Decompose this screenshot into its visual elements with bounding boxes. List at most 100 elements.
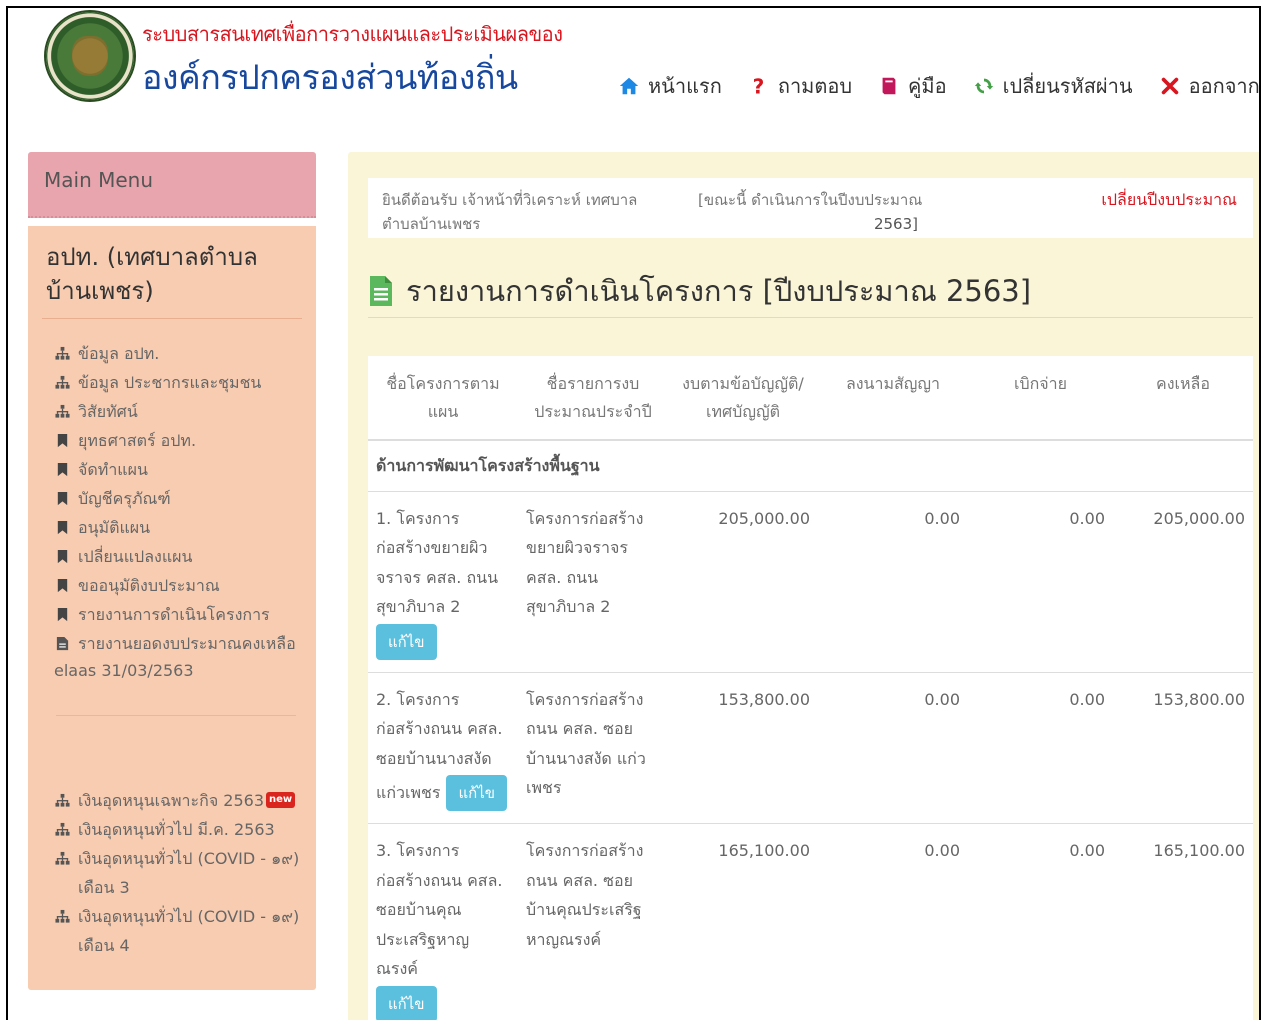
subsidy-item[interactable]: เงินอุดหนุนทั่วไป (COVID - ๑๙) เดือน 4 bbox=[54, 902, 302, 960]
main-menu-heading: Main Menu bbox=[28, 152, 316, 218]
sidebar-note: elaas 31/03/2563 bbox=[54, 661, 194, 680]
sidebar-item-label: รายงานยอดงบประมาณคงเหลือ bbox=[78, 634, 296, 653]
cell-disbursed: 0.00 bbox=[968, 490, 1113, 672]
bookmark-icon bbox=[54, 455, 70, 484]
sidebar-item[interactable]: รายงานยอดงบประมาณคงเหลือ bbox=[54, 629, 302, 658]
plan-project-name: 3. โครงการก่อสร้างถนน คสล. ซอยบ้านคุณประ… bbox=[376, 841, 503, 978]
sidebar-item-label: เปลี่ยนแปลงแผน bbox=[78, 547, 193, 566]
nav-logout[interactable]: ออกจากระบบ bbox=[1159, 70, 1260, 102]
cell-contract: 0.00 bbox=[818, 671, 968, 824]
welcome-bar: ยินดีต้อนรับ เจ้าหน้าที่วิเคราะห์ เทศบาล… bbox=[368, 178, 1253, 238]
top-nav: หน้าแรก ? ถามตอบ คู่มือ เปลี่ยนรหัสผ่าน bbox=[618, 70, 1260, 102]
sidebar-item[interactable]: อนุมัติแผน bbox=[54, 513, 302, 542]
nav-change-password[interactable]: เปลี่ยนรหัสผ่าน bbox=[973, 70, 1133, 102]
nav-manual[interactable]: คู่มือ bbox=[878, 70, 947, 102]
cell-remaining: 153,800.00 bbox=[1113, 671, 1253, 824]
sidebar-item-label: ขออนุมัติงบประมาณ bbox=[78, 576, 220, 595]
nav-home-label: หน้าแรก bbox=[648, 74, 722, 98]
cell-disbursed: 0.00 bbox=[968, 823, 1113, 1020]
close-icon bbox=[1159, 75, 1181, 97]
subsidy-item[interactable]: เงินอุดหนุนทั่วไป (COVID - ๑๙) เดือน 3 bbox=[54, 844, 302, 902]
sidebar-item-label: ข้อมูล ประชากรและชุมชน bbox=[78, 373, 262, 392]
sidebar-item[interactable]: วิสัยทัศน์ bbox=[54, 397, 302, 426]
nav-logout-label: ออกจากระบบ bbox=[1188, 74, 1260, 98]
subsidy-item-label: เงินอุดหนุนทั่วไป (COVID - ๑๙) เดือน 4 bbox=[78, 907, 300, 955]
subsidy-item[interactable]: เงินอุดหนุนเฉพาะกิจ 2563 new bbox=[54, 786, 302, 815]
report-table-container: ชื่อโครงการตามแผน ชื่อรายการงบประมาณประจ… bbox=[368, 356, 1253, 1020]
sidebar-item-label: วิสัยทัศน์ bbox=[78, 402, 138, 421]
fiscal-year-status-text: [ขณะนี้ ดำเนินการในปีงบประมาณ bbox=[698, 191, 923, 209]
plan-project-name: 1. โครงการก่อสร้างขยายผิวจราจร คสล. ถนนส… bbox=[376, 508, 499, 617]
sitemap-icon bbox=[54, 815, 70, 844]
nav-faq-label: ถามตอบ bbox=[777, 74, 853, 98]
svg-text:?: ? bbox=[752, 75, 764, 97]
bookmark-icon bbox=[54, 513, 70, 542]
book-icon bbox=[878, 75, 900, 97]
sidebar-item-label: ข้อมูล อปท. bbox=[78, 344, 160, 363]
table-row: 1. โครงการก่อสร้างขยายผิวจราจร คสล. ถนนส… bbox=[368, 490, 1253, 672]
sitemap-icon bbox=[54, 786, 70, 815]
home-icon bbox=[618, 75, 640, 97]
sidebar-item-label: บัญชีครุภัณฑ์ bbox=[78, 489, 171, 508]
main-content: ยินดีต้อนรับ เจ้าหน้าที่วิเคราะห์ เทศบาล… bbox=[348, 152, 1259, 1020]
subsidy-item-label: เงินอุดหนุนทั่วไป มี.ค. 2563 bbox=[78, 820, 275, 839]
welcome-user: ยินดีต้อนรับ เจ้าหน้าที่วิเคราะห์ เทศบาล… bbox=[382, 191, 638, 233]
col-budget-item: ชื่อรายการงบประมาณประจำปี bbox=[518, 356, 668, 441]
sidebar-item[interactable]: ข้อมูล ประชากรและชุมชน bbox=[54, 368, 302, 397]
sidebar-item[interactable]: เปลี่ยนแปลงแผน bbox=[54, 542, 302, 571]
sidebar-item[interactable]: ยุทธศาสตร์ อปท. bbox=[54, 426, 302, 455]
sidebar-item[interactable]: ข้อมูล อปท. bbox=[54, 339, 302, 368]
cell-budget-item: โครงการก่อสร้างถนน คสล. ซอยบ้านนางสงัด แ… bbox=[518, 671, 668, 824]
sidebar-item[interactable]: รายงานการดำเนินโครงการ bbox=[54, 600, 302, 629]
sitemap-icon bbox=[54, 368, 70, 397]
brand-subtitle: ระบบสารสนเทศเพื่อการวางแผนและประเมินผลขอ… bbox=[142, 22, 563, 46]
cell-remaining: 205,000.00 bbox=[1113, 490, 1253, 672]
page-title-text: รายงานการดำเนินโครงการ [ปีงบประมาณ 2563] bbox=[406, 273, 1032, 308]
cell-budget: 205,000.00 bbox=[668, 490, 818, 672]
nav-home[interactable]: หน้าแรก bbox=[618, 70, 722, 102]
sitemap-icon bbox=[54, 397, 70, 426]
sidebar-item[interactable]: ขออนุมัติงบประมาณ bbox=[54, 571, 302, 600]
sidebar-divider bbox=[56, 715, 296, 716]
cell-plan-project: 1. โครงการก่อสร้างขยายผิวจราจร คสล. ถนนส… bbox=[368, 490, 518, 672]
col-contract: ลงนามสัญญา bbox=[818, 356, 968, 441]
file-icon bbox=[368, 274, 394, 308]
logo-emblem bbox=[72, 36, 108, 76]
sidebar-item-label: รายงานการดำเนินโครงการ bbox=[78, 605, 270, 624]
sitemap-icon bbox=[54, 902, 70, 931]
col-disbursed: เบิกจ่าย bbox=[968, 356, 1113, 441]
cell-contract: 0.00 bbox=[818, 490, 968, 672]
table-header-row: ชื่อโครงการตามแผน ชื่อรายการงบประมาณประจ… bbox=[368, 356, 1253, 441]
section-label: ด้านการพัฒนาโครงสร้างพื้นฐาน bbox=[368, 439, 1253, 492]
bookmark-icon bbox=[54, 426, 70, 455]
subsidy-item-label: เงินอุดหนุนเฉพาะกิจ 2563 new bbox=[78, 786, 296, 815]
sidebar-menu: ข้อมูล อปท. ข้อมูล ประชากรและชุมชนวิสัยทั… bbox=[42, 339, 302, 658]
col-remaining: คงเหลือ bbox=[1113, 356, 1253, 441]
bookmark-icon bbox=[54, 571, 70, 600]
file-icon bbox=[54, 629, 70, 658]
nav-faq[interactable]: ? ถามตอบ bbox=[748, 70, 852, 102]
app-frame: ระบบสารสนเทศเพื่อการวางแผนและประเมินผลขอ… bbox=[6, 6, 1261, 1020]
question-icon: ? bbox=[748, 75, 770, 97]
cell-remaining: 165,100.00 bbox=[1113, 823, 1253, 1020]
sidebar-item[interactable]: จัดทำแผน bbox=[54, 455, 302, 484]
new-badge: new bbox=[266, 792, 296, 808]
bookmark-icon bbox=[54, 542, 70, 571]
cell-budget-item: โครงการก่อสร้างถนน คสล. ซอยบ้านคุณประเสร… bbox=[518, 823, 668, 1020]
subsidy-menu: เงินอุดหนุนเฉพาะกิจ 2563 new เงินอุดหนุนทั… bbox=[42, 786, 302, 960]
sidebar-item-label: ยุทธศาสตร์ อปท. bbox=[78, 431, 197, 450]
change-fiscal-year-link[interactable]: เปลี่ยนปีงบประมาณ bbox=[1101, 188, 1237, 213]
cell-plan-project: 2. โครงการก่อสร้างถนน คสล. ซอยบ้านนางสงั… bbox=[368, 671, 518, 824]
fiscal-year-value: 2563] bbox=[873, 215, 918, 233]
sitemap-icon bbox=[54, 339, 70, 368]
edit-button[interactable]: แก้ไข bbox=[376, 985, 437, 1020]
sidebar-org-title: อปท. (เทศบาลตำบลบ้านเพชร) bbox=[42, 238, 302, 319]
refresh-icon bbox=[973, 75, 995, 97]
sidebar-item[interactable]: บัญชีครุภัณฑ์ bbox=[54, 484, 302, 513]
fiscal-year-status: [ขณะนี้ ดำเนินการในปีงบประมาณ 2563] bbox=[698, 188, 938, 236]
edit-button[interactable]: แก้ไข bbox=[376, 623, 437, 660]
cell-plan-project: 3. โครงการก่อสร้างถนน คสล. ซอยบ้านคุณประ… bbox=[368, 823, 518, 1020]
subsidy-item[interactable]: เงินอุดหนุนทั่วไป มี.ค. 2563 bbox=[54, 815, 302, 844]
edit-button[interactable]: แก้ไข bbox=[446, 775, 508, 811]
brand-title: องค์กรปกครองส่วนท้องถิ่น bbox=[142, 58, 518, 98]
